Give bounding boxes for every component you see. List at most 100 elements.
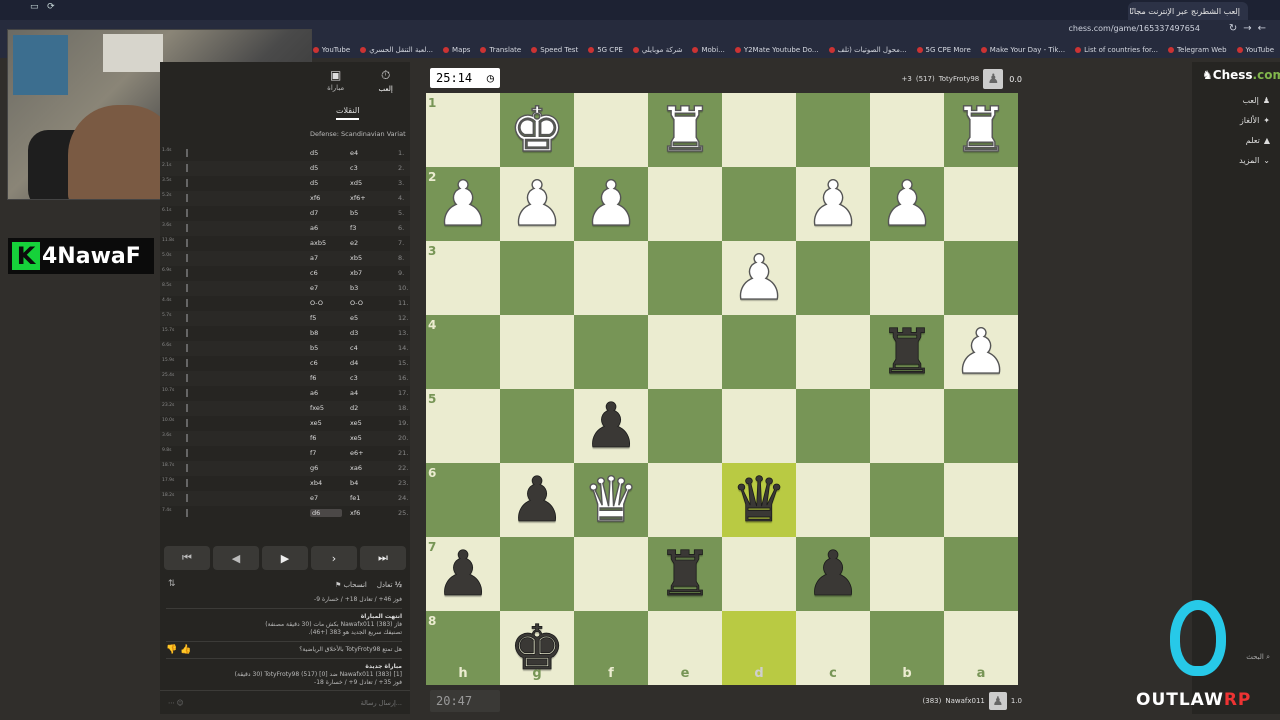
board-square[interactable] [870,93,944,167]
board-square[interactable]: 3 [426,241,500,315]
board-square[interactable]: 1 [426,93,500,167]
black-move[interactable]: f6 [310,374,342,382]
tab-play[interactable]: ⏱ إلعب [378,68,392,102]
white-queen-piece[interactable]: ♛ [583,468,640,531]
resign-button[interactable]: ⚑ انسحاب [335,581,367,589]
bookmark-item[interactable]: Y2Mate Youtube Do... [734,46,819,54]
board-square[interactable]: e [648,611,722,685]
board-square[interactable]: ♛ [574,463,648,537]
white-move[interactable]: b5 [350,209,394,217]
bookmark-item[interactable]: List of countries for... [1075,46,1158,54]
board-square[interactable] [870,241,944,315]
white-move[interactable]: e2 [350,239,394,247]
board-square[interactable] [500,315,574,389]
white-move[interactable]: c3 [350,164,394,172]
board-square[interactable] [796,315,870,389]
white-pawn-piece[interactable]: ♟ [509,172,566,235]
white-move[interactable]: xb7 [350,269,394,277]
board-square[interactable]: ♟ [574,389,648,463]
board-square[interactable]: ♟ [870,167,944,241]
board-square[interactable]: 5 [426,389,500,463]
black-queen-piece[interactable]: ♛ [731,468,787,531]
opponent-avatar[interactable]: ♟ [983,69,1004,89]
black-move[interactable]: d5 [310,179,342,187]
bookmark-item[interactable]: Make Your Day - Tik... [980,46,1065,54]
bookmark-item[interactable]: شركة موبايلي [632,46,682,54]
board-square[interactable]: ♟ [500,463,574,537]
bookmark-item[interactable]: YouTube [312,46,350,54]
board-square[interactable] [648,389,722,463]
white-king-piece[interactable]: ♚ [509,98,566,161]
emoji-icon[interactable]: ⋯ ☺ [168,699,183,707]
board-square[interactable]: 2 ♟ [426,167,500,241]
black-move[interactable]: f5 [310,314,342,322]
black-move[interactable]: g6 [310,464,342,472]
tab-game[interactable]: ▣ مباراة [327,68,344,102]
board-square[interactable]: ♜ [648,93,722,167]
board-square[interactable]: ♚ [500,93,574,167]
bookmark-item[interactable]: 5G CPE [588,46,623,54]
board-square[interactable] [722,167,796,241]
draw-button[interactable]: تعادل ½ [377,581,402,589]
board-square[interactable] [722,315,796,389]
board-square[interactable]: ♟ [796,167,870,241]
board-square[interactable] [796,241,870,315]
black-pawn-piece[interactable]: ♟ [583,394,639,457]
white-pawn-piece[interactable]: ♟ [879,172,936,235]
board-square[interactable] [722,93,796,167]
black-move[interactable]: d5 [310,149,342,157]
black-move[interactable]: d5 [310,164,342,172]
black-move[interactable]: xe5 [310,419,342,427]
bookmark-item[interactable]: Maps [443,46,470,54]
board-square[interactable] [944,241,1018,315]
white-move[interactable]: f3 [350,224,394,232]
chess-board[interactable]: 1 ♚ ♜ ♜ 2 ♟ ♟ ♟ ♟ ♟ 3 ♟ 4 ♜ ♟ 5 ♟ 6 ♟ ♛ ♛ 7 ♟ ♜ ♟ 8 h g ♚ f e d c b a [426,93,1018,685]
window-controls[interactable]: ▭ ⟳ [30,2,55,12]
nav-learn[interactable]: تعلم ▲ [1246,136,1270,145]
white-pawn-piece[interactable]: ♟ [731,246,788,309]
board-square[interactable]: ♟ [722,241,796,315]
board-square[interactable] [500,241,574,315]
black-pawn-piece[interactable]: ♟ [805,542,861,605]
board-square[interactable]: b [870,611,944,685]
white-move[interactable]: c3 [350,374,394,382]
white-move[interactable]: O-O [350,299,394,307]
black-move[interactable]: c6 [310,269,342,277]
chess-logo[interactable]: ♞Chess.com [1202,68,1280,82]
white-move[interactable]: xf6+ [350,194,394,202]
board-square[interactable] [574,315,648,389]
white-rook-piece[interactable]: ♜ [657,98,714,161]
bookmark-item[interactable]: Telegram Web [1167,46,1227,54]
bookmark-item[interactable]: لعبة التنقل الحسري... [360,46,433,54]
white-move[interactable]: xd5 [350,179,394,187]
board-square[interactable] [648,463,722,537]
bookmark-item[interactable]: Translate [480,46,521,54]
nav-more[interactable]: المزيد ⌄ [1239,156,1270,165]
black-move[interactable]: f6 [310,434,342,442]
board-square[interactable]: ♟ [574,167,648,241]
white-move[interactable]: e6+ [350,449,394,457]
board-square[interactable] [944,463,1018,537]
board-square[interactable] [722,389,796,463]
player-avatar[interactable]: ♟ [988,692,1007,710]
white-move[interactable]: xf6 [350,509,394,517]
board-square[interactable]: c [796,611,870,685]
white-move[interactable]: fe1 [350,494,394,502]
board-square[interactable] [796,389,870,463]
board-square[interactable] [870,389,944,463]
bookmark-item[interactable]: YouTube [1236,46,1274,54]
black-move[interactable]: fxe5 [310,404,342,412]
board-square[interactable]: ♜ [944,93,1018,167]
white-pawn-piece[interactable]: ♟ [953,320,1010,383]
first-move-button[interactable]: ⏮ [164,546,210,570]
white-pawn-piece[interactable]: ♟ [805,172,862,235]
black-move[interactable]: a6 [310,224,342,232]
board-square[interactable] [574,93,648,167]
white-move[interactable]: c4 [350,344,394,352]
board-square[interactable] [870,537,944,611]
nav-play[interactable]: إلعب ♟ [1242,96,1270,105]
nav-buttons[interactable]: ↻→← [1229,23,1272,34]
board-square[interactable]: ♟ [944,315,1018,389]
black-move[interactable]: xf6 [310,194,342,202]
board-square[interactable] [648,315,722,389]
